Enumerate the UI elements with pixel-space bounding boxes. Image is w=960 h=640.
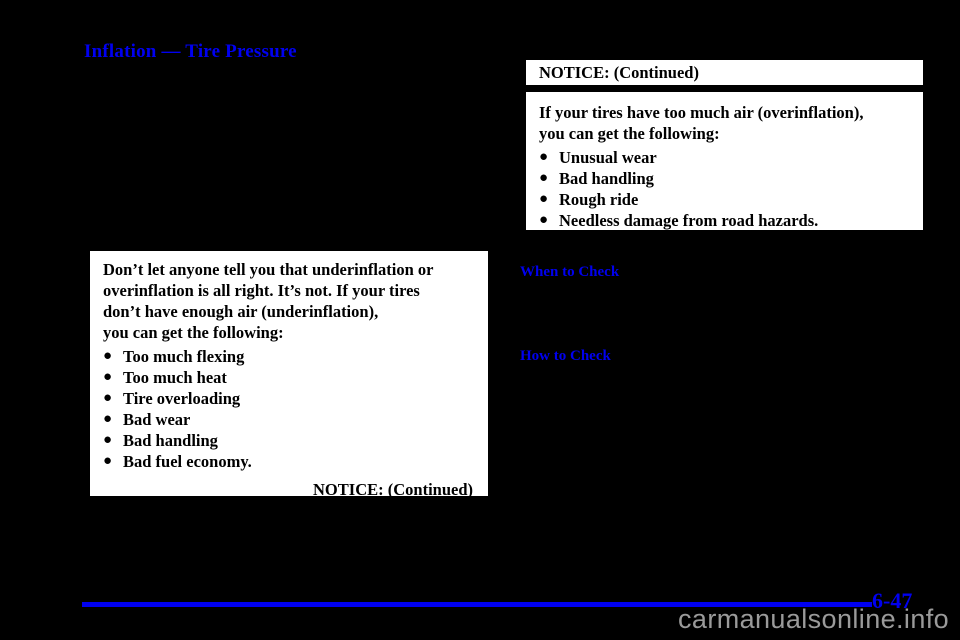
list-item: ● Unusual wear [539, 147, 910, 168]
right-notice-body-content: If your tires have too much air (overinf… [526, 92, 923, 239]
right-notice-line: If your tires have too much air (overinf… [539, 103, 864, 122]
left-notice-box: Don’t let anyone tell you that underinfl… [88, 249, 490, 499]
watermark: carmanualsonline.info [678, 604, 950, 634]
bullet-icon: ● [103, 432, 113, 448]
right-notice-line: you can get the following: [539, 124, 720, 143]
list-item-label: Bad wear [123, 410, 191, 429]
left-notice-bullet-list: ● Too much flexing ● Too much heat ● Tir… [103, 346, 475, 472]
list-item: ● Bad handling [539, 168, 910, 189]
right-notice-bullet-list: ● Unusual wear ● Bad handling ● Rough ri… [539, 147, 910, 231]
bullet-icon: ● [103, 369, 113, 385]
list-item-label: Too much flexing [123, 347, 245, 366]
list-item-label: Unusual wear [559, 148, 657, 167]
bullet-icon: ● [539, 212, 549, 228]
left-notice-line: overinflation is all right. It’s not. If… [103, 281, 420, 300]
left-notice-body: Don’t let anyone tell you that underinfl… [90, 251, 488, 508]
list-item: ● Tire overloading [103, 388, 475, 409]
list-item-label: Bad handling [559, 169, 654, 188]
right-notice-header-box: NOTICE: (Continued) [524, 58, 925, 87]
list-item: ● Rough ride [539, 189, 910, 210]
right-notice-box: If your tires have too much air (overinf… [524, 90, 925, 232]
subheading-when-to-check: When to Check [520, 264, 620, 280]
bullet-icon: ● [539, 170, 549, 186]
bullet-icon: ● [103, 348, 113, 364]
list-item-label: Too much heat [123, 368, 227, 387]
list-item-label: Bad handling [123, 431, 218, 450]
bullet-icon: ● [539, 191, 549, 207]
manual-page: Inflation — Tire Pressure Don’t let anyo… [0, 0, 960, 640]
list-item: ● Bad handling [103, 430, 475, 451]
subheading-how-to-check: How to Check [520, 348, 611, 364]
bullet-icon: ● [103, 411, 113, 427]
list-item-label: Bad fuel economy. [123, 452, 252, 471]
list-item-label: Rough ride [559, 190, 639, 209]
list-item-label: Needless damage from road hazards. [559, 211, 819, 230]
left-notice-continued-label: NOTICE: (Continued) [313, 480, 473, 499]
right-notice-header-label: NOTICE: (Continued) [539, 63, 699, 82]
left-notice-line: you can get the following: [103, 323, 284, 342]
list-item: ● Too much heat [103, 367, 475, 388]
bullet-icon: ● [103, 453, 113, 469]
bullet-icon: ● [103, 390, 113, 406]
bullet-icon: ● [539, 149, 549, 165]
left-notice-line: Don’t let anyone tell you that underinfl… [103, 260, 434, 279]
list-item-label: Tire overloading [123, 389, 241, 408]
list-item: ● Too much flexing [103, 346, 475, 367]
list-item: ● Bad wear [103, 409, 475, 430]
list-item: ● Bad fuel economy. [103, 451, 475, 472]
page-title: Inflation — Tire Pressure [84, 41, 297, 62]
list-item: ● Needless damage from road hazards. [539, 210, 910, 231]
left-notice-line: don’t have enough air (underinflation), [103, 302, 379, 321]
